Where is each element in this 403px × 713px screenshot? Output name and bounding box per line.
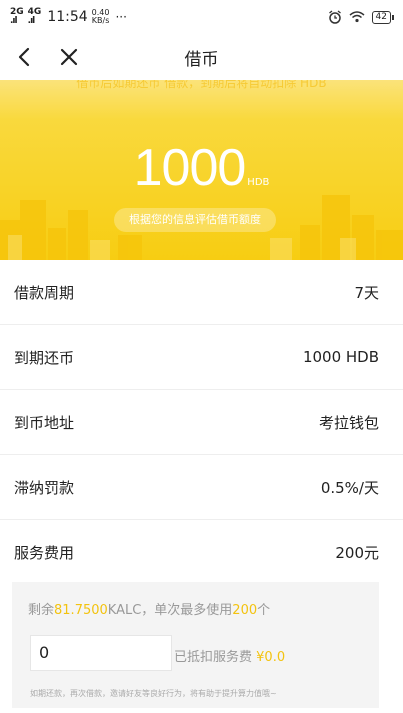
- detail-value: 1000 HDB: [302, 348, 379, 366]
- nav-bar: 借币: [0, 34, 403, 80]
- alarm-icon: [328, 10, 341, 24]
- more-notifications-icon: ···: [115, 10, 127, 24]
- detail-value: 200元: [335, 544, 379, 562]
- loan-amount-value: 1000: [133, 139, 247, 197]
- deduction-amount-input[interactable]: 0: [30, 635, 172, 671]
- remaining-balance-text: 剩余81.7500KALC，单次最多使用200个: [28, 599, 270, 618]
- status-bar: 2G .ıl 4G .ıl 11:54 0.40 KB/s ··· 42: [0, 0, 403, 34]
- loan-amount: 1000 HDB: [0, 138, 403, 198]
- status-left: 2G .ıl 4G .ıl 11:54 0.40 KB/s ···: [10, 8, 127, 26]
- deducted-label: 已抵扣服务费: [174, 650, 253, 665]
- status-time: 11:54: [47, 9, 88, 25]
- chevron-left-icon[interactable]: [12, 42, 38, 72]
- detail-value: 考拉钱包: [318, 413, 379, 432]
- detail-value: 7天: [354, 283, 379, 302]
- deducted-amount: ¥0.0: [256, 650, 286, 665]
- credit-assessment-pill: 根据您的信息评估借币额度: [114, 208, 276, 232]
- signal-icon: 2G .ıl: [10, 7, 24, 26]
- loan-amount-unit: HDB: [247, 177, 270, 188]
- battery-level: 42: [375, 11, 387, 22]
- loan-amount-banner: 借币后如期还币 借款，到期后将自动扣除 HDB 1000 HDB 根据您的信息评估…: [0, 80, 403, 260]
- deducted-fee-text: 已抵扣服务费 ¥0.0: [174, 646, 285, 665]
- detail-row-loan-period: 借款周期 7天: [0, 260, 403, 325]
- remain-mid: KALC，单次最多使用: [107, 603, 233, 618]
- signal-icon: 4G .ıl: [27, 7, 42, 26]
- detail-row-late-fee: 滞纳罚款 0.5%/天: [0, 455, 403, 520]
- banner-notice: 借币后如期还币 借款，到期后将自动扣除 HDB: [76, 80, 327, 90]
- close-icon[interactable]: [56, 42, 82, 72]
- detail-value: 0.5%/天: [320, 478, 379, 497]
- remain-suffix: 个: [257, 603, 271, 618]
- remain-prefix: 剩余: [28, 603, 55, 618]
- detail-row-service-fee: 服务费用 200元: [0, 520, 403, 585]
- speed-unit: KB/s: [91, 16, 110, 25]
- fee-deduction-card: 剩余81.7500KALC，单次最多使用200个 0 已抵扣服务费 ¥0.0 如…: [12, 582, 379, 708]
- detail-row-address: 到币地址 考拉钱包: [0, 390, 403, 455]
- detail-label: 到币地址: [14, 413, 75, 432]
- detail-label: 服务费用: [14, 544, 75, 562]
- detail-label: 借款周期: [14, 283, 75, 302]
- remain-amount: 81.7500: [54, 603, 108, 618]
- wifi-icon: [349, 11, 365, 23]
- detail-label: 滞纳罚款: [14, 478, 75, 497]
- detail-row-repayment: 到期还币 1000 HDB: [0, 325, 403, 390]
- loan-details-list: 借款周期 7天 到期还币 1000 HDB 到币地址 考拉钱包 滞纳罚款 0.5…: [0, 260, 403, 585]
- deduction-note: 如期还款，再次借款，邀请好友等良好行为，将有助于提升算力值哦~: [30, 689, 277, 698]
- max-use: 200: [232, 603, 258, 618]
- battery-icon: 42: [371, 10, 395, 24]
- detail-label: 到期还币: [14, 348, 75, 367]
- status-right: 42: [328, 10, 395, 24]
- network-speed: 0.40 KB/s: [92, 9, 110, 25]
